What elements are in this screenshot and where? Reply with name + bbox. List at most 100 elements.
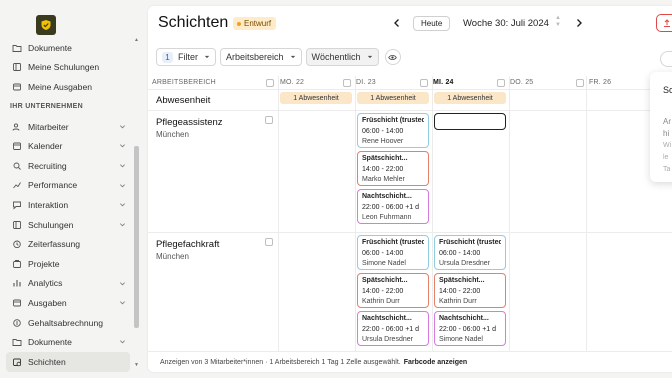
- chevron-left-icon[interactable]: [391, 17, 403, 29]
- sidebar-item-schichten[interactable]: Schichten: [6, 351, 130, 372]
- shift-name: Nachtschicht...: [439, 315, 489, 322]
- sidebar-item-analytics[interactable]: Analytics: [0, 274, 132, 294]
- shift-card[interactable]: Früschicht (trusted) 06:00 - 14:00 Simon…: [357, 235, 429, 270]
- day-header-fri[interactable]: FR. 26: [576, 76, 611, 89]
- day-header-wed[interactable]: MI. 24: [420, 76, 454, 89]
- sidebar-item-label: Dokumente: [28, 42, 72, 53]
- row-checkbox[interactable]: [265, 238, 273, 246]
- shift-time: 14:00 - 22:00: [362, 287, 404, 295]
- shift-card[interactable]: Früschicht (trusted) 06:00 - 14:00 Ursul…: [434, 235, 506, 270]
- color-code-link[interactable]: Farbcode anzeigen: [404, 359, 467, 366]
- sidebar-item-meine-ausgaben[interactable]: Meine Ausgaben: [0, 77, 132, 97]
- view-dropdown[interactable]: Wöchentlich: [305, 48, 379, 66]
- popover-text: Wi: [663, 142, 672, 149]
- day-checkbox[interactable]: [343, 78, 351, 87]
- shift-time: 14:00 - 22:00: [439, 287, 481, 295]
- calendar-icon: [12, 141, 22, 151]
- visibility-toggle[interactable]: [384, 49, 401, 65]
- shift-card[interactable]: Nachtschicht... 22:00 - 06:00 +1 d Simon…: [434, 311, 506, 346]
- day-checkbox[interactable]: [420, 78, 428, 87]
- sidebar-item-meine-schulungen[interactable]: Meine Schulungen: [0, 58, 132, 78]
- sidebar-item-interaktion[interactable]: Interaktion: [0, 195, 132, 215]
- popover-text: Ta: [663, 166, 671, 173]
- day-label: MI. 24: [433, 79, 454, 86]
- popover-text: le: [663, 154, 669, 161]
- day-checkbox[interactable]: [576, 78, 584, 87]
- grid-divider: [586, 76, 587, 352]
- area-dropdown[interactable]: Arbeitsbereich: [220, 48, 302, 66]
- sidebar-item-gehaltsabrechnung[interactable]: Gehaltsabrechnung: [0, 313, 132, 333]
- scroll-up-icon[interactable]: ▲: [134, 38, 139, 43]
- filter-button[interactable]: 1 Filter: [156, 48, 216, 66]
- sidebar-item-zeiterfassung[interactable]: Zeiterfassung: [0, 234, 132, 254]
- shift-card[interactable]: Spätschicht... 14:00 - 22:00 Marko Mehle…: [357, 151, 429, 186]
- sidebar: Dokumente Meine Schulungen Meine Ausgabe…: [0, 0, 144, 378]
- chevron-down-icon: [367, 55, 372, 59]
- selected-empty-cell[interactable]: [434, 113, 506, 130]
- day-header-thu[interactable]: DO. 25: [497, 76, 533, 89]
- day-header-tue[interactable]: DI. 23: [343, 76, 376, 89]
- week-stepper-icon[interactable]: ▲ ▼: [554, 15, 562, 31]
- absence-pill[interactable]: 1 Abwesenheit: [434, 92, 506, 104]
- shift-name: Früschicht (trusted): [362, 239, 424, 246]
- area-row-location: München: [156, 252, 189, 261]
- status-dot-icon: [237, 21, 241, 26]
- shift-person: Simone Nadel: [439, 336, 483, 343]
- today-button[interactable]: Heute: [413, 16, 451, 31]
- day-label: DO. 25: [510, 79, 534, 86]
- chart-icon: [12, 180, 22, 190]
- chevron-right-icon[interactable]: [573, 17, 585, 29]
- app-logo[interactable]: [36, 15, 56, 35]
- book-icon: [12, 62, 22, 72]
- chevron-down-icon: [120, 125, 125, 129]
- shift-card[interactable]: Früschicht (trusted) 06:00 - 14:00 Rene …: [357, 113, 429, 148]
- folder-icon: [12, 43, 22, 53]
- sidebar-item-label: Mitarbeiter: [28, 121, 69, 132]
- scrollbar-thumb[interactable]: [134, 146, 139, 328]
- upload-icon: [664, 19, 670, 27]
- sidebar-scrollbar[interactable]: ▲ ▼: [133, 38, 140, 370]
- scroll-down-icon[interactable]: ▼: [134, 363, 139, 368]
- shift-card[interactable]: Spätschicht... 14:00 - 22:00 Kathrin Dur…: [357, 273, 429, 308]
- more-options-button[interactable]: [660, 51, 672, 67]
- sidebar-item-performance[interactable]: Performance: [0, 176, 132, 196]
- sidebar-item-kalender[interactable]: Kalender: [0, 136, 132, 156]
- day-checkbox[interactable]: [497, 78, 505, 87]
- users-icon: [12, 122, 22, 132]
- shift-card[interactable]: Nachtschicht... 22:00 - 06:00 +1 d Ursul…: [357, 311, 429, 346]
- chat-icon: [12, 200, 22, 210]
- shift-name: Nachtschicht...: [362, 315, 412, 322]
- analytics-icon: [12, 278, 22, 288]
- sidebar-item-schulungen[interactable]: Schulungen: [0, 215, 132, 235]
- shift-name: Spätschicht...: [439, 277, 485, 284]
- sidebar-item-label: Recruiting: [28, 160, 67, 171]
- absence-pill[interactable]: 1 Abwesenheit: [280, 92, 352, 104]
- day-header-mon[interactable]: MO. 22: [280, 76, 304, 89]
- sidebar-item-projekte[interactable]: Projekte: [0, 254, 132, 274]
- shift-name: Früschicht (trusted): [362, 117, 424, 124]
- sidebar-item-recruiting[interactable]: Recruiting: [0, 156, 132, 176]
- sidebar-item-mitarbeiter[interactable]: Mitarbeiter: [0, 117, 132, 137]
- chevron-down-icon: [290, 55, 295, 59]
- sidebar-item-label: Projekte: [28, 258, 60, 269]
- sidebar-item-label: Schichten: [28, 356, 66, 367]
- shift-card[interactable]: Spätschicht... 14:00 - 22:00 Kathrin Dur…: [434, 273, 506, 308]
- shift-card[interactable]: Nachtschicht... 22:00 - 06:00 +1 d Leon …: [357, 189, 429, 224]
- sidebar-item-label: Meine Ausgaben: [28, 81, 93, 92]
- publish-button[interactable]: [656, 14, 672, 32]
- shift-person: Ursula Dresdner: [362, 336, 413, 343]
- shift-time: 22:00 - 06:00 +1 d: [362, 203, 420, 211]
- sidebar-item-ausgaben[interactable]: Ausgaben: [0, 293, 132, 313]
- sidebar-nav: Dokumente Meine Schulungen Meine Ausgabe…: [0, 38, 132, 372]
- chevron-down-icon: [120, 164, 125, 168]
- sidebar-item-dokumente[interactable]: Dokumente: [0, 38, 132, 58]
- area-row-name: Pflegeassistenz: [156, 117, 223, 128]
- row-checkbox[interactable]: [265, 116, 273, 124]
- sidebar-item-dokumente-company[interactable]: Dokumente: [0, 332, 132, 352]
- shifts-icon: [12, 357, 22, 367]
- grid-divider: [355, 76, 356, 352]
- week-label[interactable]: Woche 30: Juli 2024: [463, 18, 549, 29]
- absence-pill[interactable]: 1 Abwesenheit: [357, 92, 429, 104]
- sidebar-item-label: Meine Schulungen: [28, 62, 100, 73]
- chevron-down-icon: [120, 203, 125, 207]
